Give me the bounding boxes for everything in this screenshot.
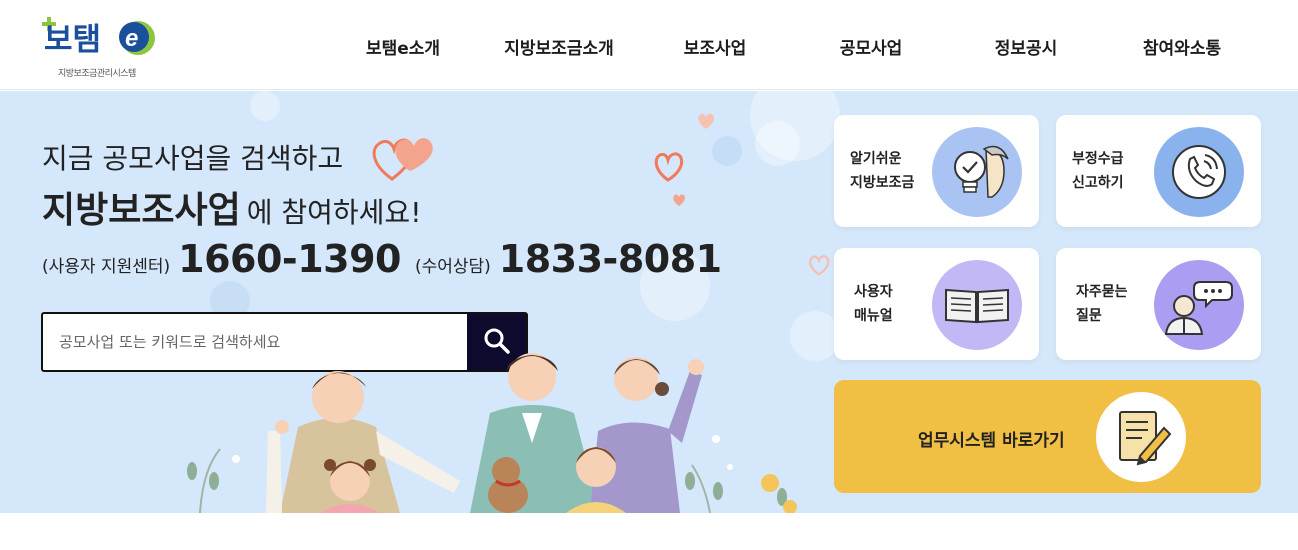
hero-headline-line2: 지방보조사업 에 참여하세요! xyxy=(42,181,421,233)
hero-headline-strong: 지방보조사업 xyxy=(42,190,241,231)
card-faq-label: 자주묻는 질문 xyxy=(1076,284,1128,324)
sign-language-label: (수어상담) xyxy=(414,257,491,277)
document-pen-icon xyxy=(1096,392,1186,482)
nav-item-subsidy-intro[interactable]: 지방보조금소개 xyxy=(504,34,613,59)
sign-language-phone[interactable]: 1833-8081 xyxy=(499,237,722,281)
business-system-label: 업무시스템 바로가기 xyxy=(918,431,1065,451)
card-easy-subsidy[interactable]: 알기쉬운 지방보조금 xyxy=(834,115,1039,227)
card-user-manual-label: 사용자 매뉴얼 xyxy=(854,284,893,324)
card-report-fraud-label: 부정수급 신고하기 xyxy=(1072,151,1124,191)
user-center-phone[interactable]: 1660-1390 xyxy=(178,237,401,281)
card-user-manual[interactable]: 사용자 매뉴얼 xyxy=(834,248,1039,360)
card-report-fraud[interactable]: 부정수급 신고하기 xyxy=(1056,115,1261,227)
family-illustration xyxy=(187,353,797,513)
lightbulb-person-icon xyxy=(932,127,1022,217)
decor-bubble xyxy=(250,91,280,121)
decor-bubble xyxy=(712,136,742,166)
heart-icon xyxy=(809,255,830,276)
hearts-icon xyxy=(372,138,433,181)
speech-person-icon xyxy=(1154,260,1244,350)
card-easy-subsidy-label: 알기쉬운 지방보조금 xyxy=(850,151,915,191)
heart-icon xyxy=(654,152,684,182)
hero-banner: 지금 공모사업을 검색하고 지방보조사업 에 참여하세요! (사용자 지원센터) 1… xyxy=(0,91,1298,513)
nav-item-about[interactable]: 보탬e소개 xyxy=(366,34,440,59)
contact-phones: (사용자 지원센터) 1660-1390 (수어상담) 1833-8081 xyxy=(42,237,736,281)
card-faq[interactable]: 자주묻는 질문 xyxy=(1056,248,1261,360)
hero-headline-rest: 에 참여하세요! xyxy=(246,196,422,229)
site-header: 보탬 e 지방보조금관리시스템 보탬e소개 지방보조금소개 보조사업 공모사업 … xyxy=(0,0,1298,90)
nav-item-public-contests[interactable]: 공모사업 xyxy=(840,34,903,59)
decor-bubble xyxy=(755,121,800,166)
nav-item-disclosure[interactable]: 정보공시 xyxy=(995,34,1058,59)
heart-icon xyxy=(673,194,686,206)
user-center-label: (사용자 지원센터) xyxy=(42,257,171,277)
phone-call-icon xyxy=(1154,127,1244,217)
nav-item-subsidy-projects[interactable]: 보조사업 xyxy=(684,34,747,59)
main-nav: 보탬e소개 지방보조금소개 보조사업 공모사업 정보공시 참여와소통 xyxy=(0,0,1298,90)
hero-headline-line1: 지금 공모사업을 검색하고 xyxy=(42,142,344,175)
nav-item-participation[interactable]: 참여와소통 xyxy=(1143,34,1221,59)
business-system-shortcut[interactable]: 업무시스템 바로가기 xyxy=(834,380,1261,493)
open-book-icon xyxy=(932,260,1022,350)
heart-icon xyxy=(698,113,715,129)
